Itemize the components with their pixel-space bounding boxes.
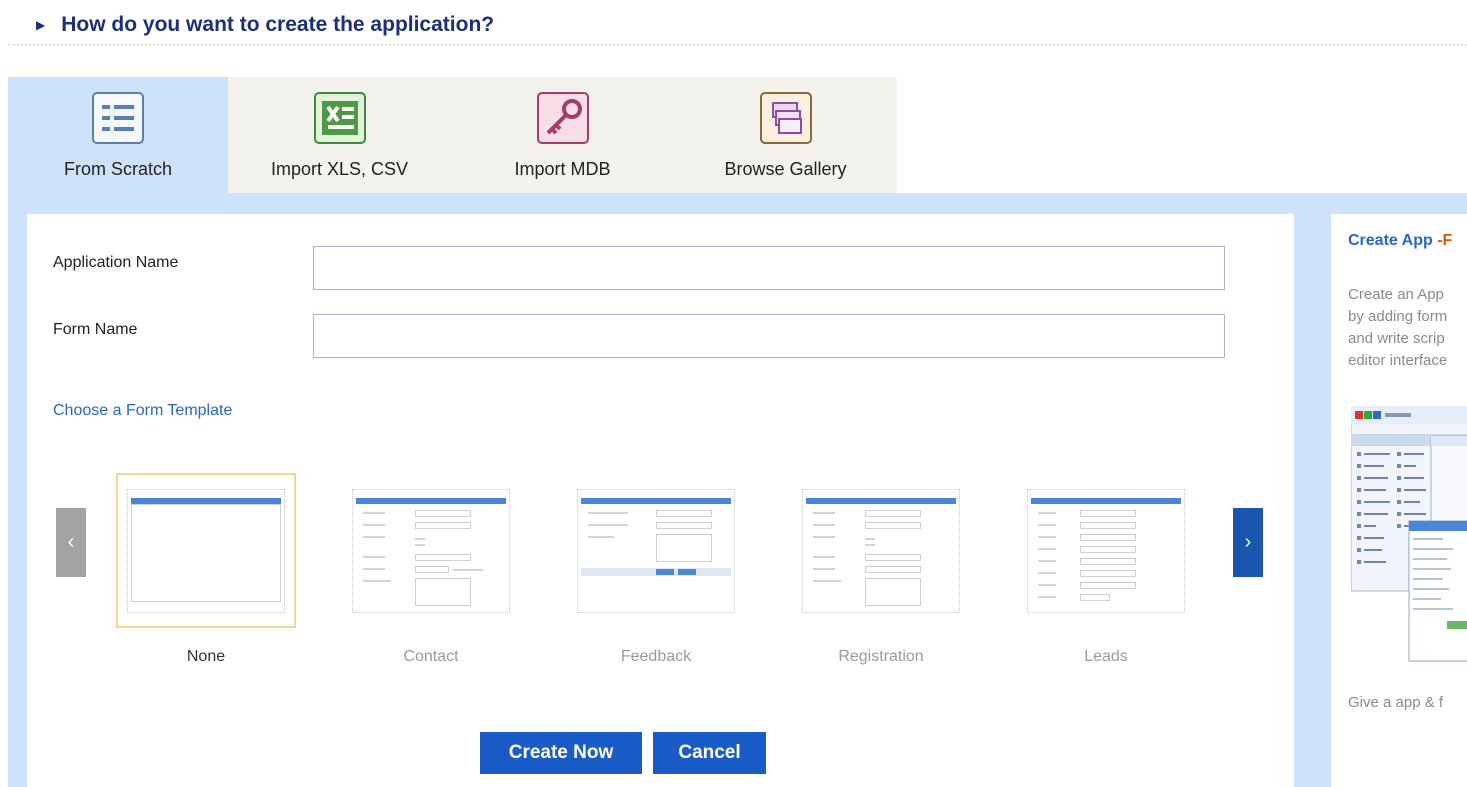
help-desc-line: Create an App <box>1348 286 1444 303</box>
help-desc-line: and write scrip <box>1348 330 1445 347</box>
template-thumbnail <box>577 488 735 613</box>
tab-label: Import XLS, CSV <box>270 159 409 179</box>
help-title-suffix: -F <box>1437 232 1453 249</box>
tab-label: From Scratch <box>63 159 173 179</box>
tab-from-scratch[interactable]: From Scratch <box>8 77 228 193</box>
create-now-button[interactable]: Create Now <box>480 732 642 774</box>
carousel-next-button[interactable]: › <box>1233 508 1263 577</box>
page-title: How do you want to create the applicatio… <box>61 13 495 36</box>
chevron-right-icon: › <box>1244 531 1252 553</box>
help-desc-line: editor interface <box>1348 352 1448 369</box>
template-feedback[interactable] <box>566 473 746 628</box>
form-list-icon <box>91 91 145 145</box>
help-side-panel: Create App -F Create an App by adding fo… <box>1331 214 1467 787</box>
chevron-left-icon: ‹ <box>67 531 75 553</box>
help-title-text: Create App <box>1348 232 1433 249</box>
application-name-label: Application Name <box>53 254 179 271</box>
form-name-label: Form Name <box>53 321 138 338</box>
caret-right-icon: ▶ <box>36 18 46 32</box>
tab-label: Import MDB <box>514 159 611 179</box>
cancel-button[interactable]: Cancel <box>653 732 766 774</box>
help-desc-line: by adding form <box>1348 308 1448 325</box>
template-none[interactable] <box>116 473 296 628</box>
template-name: None <box>186 648 226 665</box>
template-name: Contact <box>403 648 459 665</box>
template-leads[interactable] <box>1016 473 1196 628</box>
template-thumbnail <box>802 488 960 613</box>
tab-import-mdb[interactable]: Import MDB <box>451 77 674 193</box>
template-thumbnail <box>352 488 510 613</box>
tab-import-xls-csv[interactable]: Import XLS, CSV <box>228 77 451 193</box>
template-registration[interactable] <box>791 473 971 628</box>
tab-label: Browse Gallery <box>724 159 847 179</box>
template-name: Leads <box>1084 648 1128 665</box>
help-description: Create an App by adding form and write s… <box>1348 284 1467 372</box>
template-contact[interactable] <box>341 473 521 628</box>
template-name: Feedback <box>620 648 692 665</box>
form-name-input[interactable] <box>313 314 1225 358</box>
help-footer-text: Give a app & f <box>1348 694 1444 711</box>
template-thumbnail <box>127 488 285 613</box>
access-key-icon <box>536 91 590 145</box>
creation-method-tabs: From Scratch Import XLS, CSV Import MDB <box>8 77 897 193</box>
choose-form-template-link[interactable]: Choose a Form Template <box>53 402 232 420</box>
section-header: ▶ How do you want to create the applicat… <box>36 8 494 42</box>
gallery-stack-icon <box>759 91 813 145</box>
tab-browse-gallery[interactable]: Browse Gallery <box>674 77 897 193</box>
help-title: Create App -F <box>1348 232 1452 250</box>
header-divider <box>8 44 1467 46</box>
template-thumbnail <box>1027 488 1185 613</box>
carousel-prev-button[interactable]: ‹ <box>56 508 86 577</box>
help-screenshot-image <box>1350 405 1467 671</box>
template-name: Registration <box>838 648 924 665</box>
excel-icon <box>313 91 367 145</box>
application-name-input[interactable] <box>313 246 1225 290</box>
